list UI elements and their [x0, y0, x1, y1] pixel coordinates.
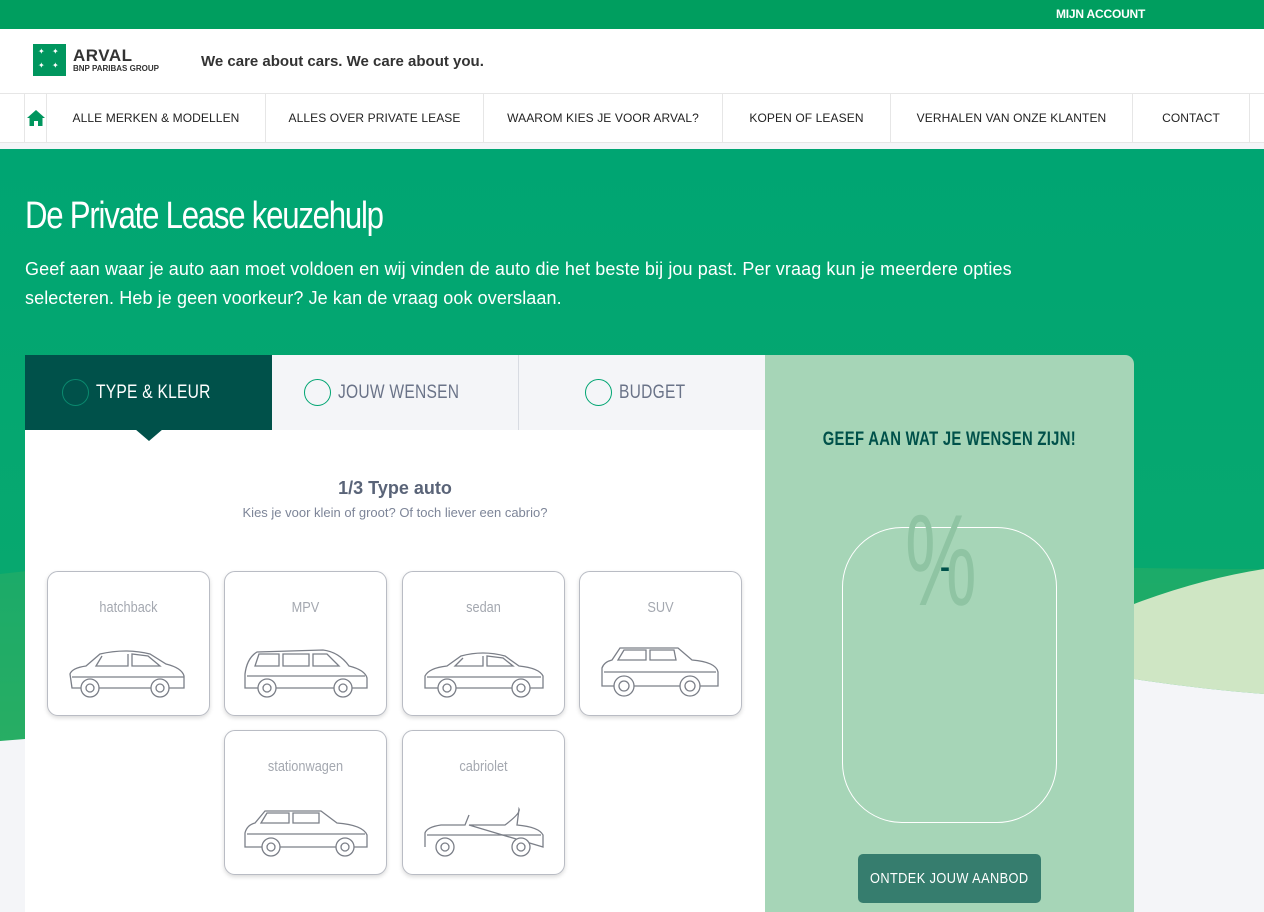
- result-title: GEEF AAN WAT JE WENSEN ZIJN!: [822, 429, 1077, 450]
- step-circle-icon: [584, 379, 612, 406]
- top-bar: MIJN ACCOUNT: [0, 0, 1264, 29]
- tab-budget[interactable]: BUDGET: [519, 355, 765, 430]
- nav-home[interactable]: [24, 94, 47, 142]
- option-stationwagen[interactable]: stationwagen: [224, 730, 387, 875]
- intro-text: Geef aan waar je auto aan moet voldoen e…: [25, 259, 1012, 308]
- option-sedan[interactable]: sedan: [402, 571, 565, 716]
- arval-logo[interactable]: ✦ ✦ ✦ ✦ ARVAL BNP PARIBAS GROUP: [33, 44, 159, 76]
- result-panel: GEEF AAN WAT JE WENSEN ZIJN! % - ONTDEK …: [765, 355, 1134, 912]
- stationwagen-car-icon: [244, 810, 368, 857]
- mpv-car-icon: [244, 649, 368, 698]
- tab-type-kleur[interactable]: TYPE & KLEUR: [25, 355, 272, 430]
- option-cabriolet[interactable]: cabriolet: [402, 730, 565, 875]
- option-label: cabriolet: [459, 758, 508, 775]
- nav-item-waarom-arval[interactable]: WAAROM KIES JE VOOR ARVAL?: [484, 94, 723, 142]
- option-suv[interactable]: SUV: [579, 571, 742, 716]
- option-label: stationwagen: [267, 758, 344, 775]
- option-mpv[interactable]: MPV: [224, 571, 387, 716]
- cabriolet-car-icon: [424, 806, 544, 857]
- option-label: MPV: [291, 599, 320, 616]
- option-label: sedan: [466, 599, 501, 616]
- step-circle-icon: [61, 379, 89, 406]
- my-account-link[interactable]: MIJN ACCOUNT: [1056, 7, 1145, 21]
- page-title: De Private Lease keuzehulp: [25, 195, 384, 237]
- active-tab-pointer: [135, 429, 163, 441]
- site-header: ✦ ✦ ✦ ✦ ARVAL BNP PARIBAS GROUP We care …: [0, 29, 1264, 93]
- nav-item-merken-modellen[interactable]: ALLE MERKEN & MODELLEN: [47, 94, 266, 142]
- match-value: -: [940, 551, 950, 584]
- wizard-card: TYPE & KLEUR JOUW WENSEN BUDGET 1/3 Type…: [25, 355, 765, 912]
- tab-jouw-wensen[interactable]: JOUW WENSEN: [272, 355, 519, 430]
- nav-item-private-lease[interactable]: ALLES OVER PRIVATE LEASE: [266, 94, 484, 142]
- sedan-car-icon: [424, 652, 544, 698]
- nav-item-kopen-leasen[interactable]: KOPEN OF LEASEN: [723, 94, 891, 142]
- option-hatchback[interactable]: hatchback: [47, 571, 210, 716]
- nav-item-contact[interactable]: CONTACT: [1133, 94, 1250, 142]
- discover-offer-button[interactable]: ONTDEK JOUW AANBOD: [858, 854, 1041, 903]
- suv-car-icon: [601, 647, 719, 697]
- wizard-tabs: TYPE & KLEUR JOUW WENSEN BUDGET: [25, 355, 765, 441]
- question-title: 1/3 Type auto: [338, 478, 452, 498]
- hatchback-car-icon: [69, 650, 185, 698]
- question-subtitle: Kies je voor klein of groot? Of toch lie…: [242, 505, 548, 520]
- option-label: hatchback: [99, 599, 158, 616]
- logo-mark-icon: ✦ ✦ ✦ ✦: [33, 44, 66, 76]
- logo-main-text: ARVAL: [73, 45, 133, 65]
- tagline: We care about cars. We care about you.: [201, 53, 484, 70]
- main-nav: ALLE MERKEN & MODELLEN ALLES OVER PRIVAT…: [0, 93, 1264, 143]
- home-icon: [26, 110, 45, 126]
- option-label: SUV: [647, 599, 674, 616]
- step-circle-icon: [304, 379, 332, 406]
- nav-item-verhalen-klanten[interactable]: VERHALEN VAN ONZE KLANTEN: [891, 94, 1133, 142]
- logo-sub-text: BNP PARIBAS GROUP: [73, 63, 159, 73]
